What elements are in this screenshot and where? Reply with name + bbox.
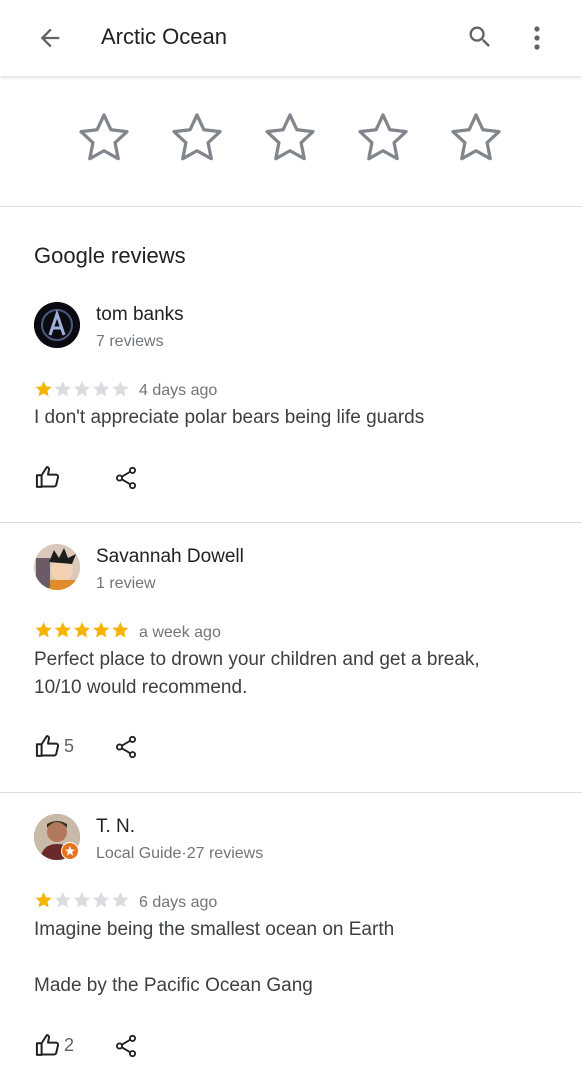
review-text: Imagine being the smallest ocean on Eart…: [34, 916, 554, 1000]
star-empty-icon: [112, 892, 129, 908]
review-date: a week ago: [139, 624, 221, 641]
rate-star-3[interactable]: [260, 108, 320, 168]
rating-stars: [35, 622, 129, 638]
share-icon[interactable]: [113, 734, 139, 760]
divider: [0, 522, 582, 523]
arrow-back-icon[interactable]: [36, 24, 64, 52]
star-filled-icon: [35, 892, 52, 908]
review-text-line: Imagine being the smallest ocean on Eart…: [34, 919, 395, 940]
review-text-line: 10/10 would recommend.: [34, 677, 248, 698]
rate-star-2[interactable]: [167, 108, 227, 168]
review-date: 6 days ago: [139, 894, 218, 911]
divider: [0, 792, 582, 793]
search-icon[interactable]: [466, 23, 494, 51]
star-empty-icon: [73, 892, 91, 908]
star-empty-icon: [54, 381, 71, 397]
rate-star-1[interactable]: [74, 108, 134, 168]
avatar[interactable]: [34, 302, 80, 348]
share-icon[interactable]: [113, 465, 139, 491]
review-meta: 1 review: [96, 575, 156, 592]
local-guide-badge-icon: [61, 842, 79, 860]
star-empty-icon: [73, 381, 91, 397]
rating-stars: [35, 381, 129, 397]
review-author[interactable]: tom banks: [96, 304, 184, 326]
page-title: Arctic Ocean: [101, 24, 227, 49]
review-meta: 7 reviews: [96, 333, 164, 350]
star-empty-icon: [112, 381, 129, 397]
avatar[interactable]: [34, 544, 80, 590]
review-date: 4 days ago: [139, 382, 218, 399]
rate-star-4[interactable]: [353, 108, 413, 168]
share-icon[interactable]: [113, 1033, 139, 1059]
star-filled-icon: [112, 622, 129, 638]
more-vert-icon[interactable]: [526, 23, 548, 53]
thumb-up-icon[interactable]: [34, 463, 62, 491]
section-title: Google reviews: [34, 243, 186, 268]
review-author[interactable]: T. N.: [96, 816, 135, 838]
review-meta: Local Guide·27 reviews: [96, 845, 264, 862]
star-empty-icon: [54, 892, 71, 908]
review-text-line: [34, 944, 554, 972]
like-count: 5: [64, 736, 75, 756]
like-count: 2: [64, 1035, 75, 1055]
star-filled-icon: [35, 381, 52, 397]
star-empty-icon: [93, 381, 110, 397]
review-author[interactable]: Savannah Dowell: [96, 546, 244, 568]
app-bar: Arctic Ocean: [0, 0, 582, 76]
rate-stars-row: [0, 76, 582, 207]
rating-stars: [35, 892, 129, 908]
star-empty-icon: [93, 892, 110, 908]
review-text-line: I don't appreciate polar bears being lif…: [34, 407, 425, 428]
thumb-up-icon[interactable]: [34, 1031, 62, 1059]
star-filled-icon: [35, 622, 52, 638]
rate-star-5[interactable]: [446, 108, 506, 168]
star-filled-icon: [93, 622, 110, 638]
review-text-line: Made by the Pacific Ocean Gang: [34, 975, 313, 996]
star-filled-icon: [54, 622, 71, 638]
star-filled-icon: [73, 622, 91, 638]
thumb-up-icon[interactable]: [34, 732, 62, 760]
review-text: I don't appreciate polar bears being lif…: [34, 404, 554, 432]
review-text-line: Perfect place to drown your children and…: [34, 649, 480, 670]
review-text: Perfect place to drown your children and…: [34, 646, 554, 702]
